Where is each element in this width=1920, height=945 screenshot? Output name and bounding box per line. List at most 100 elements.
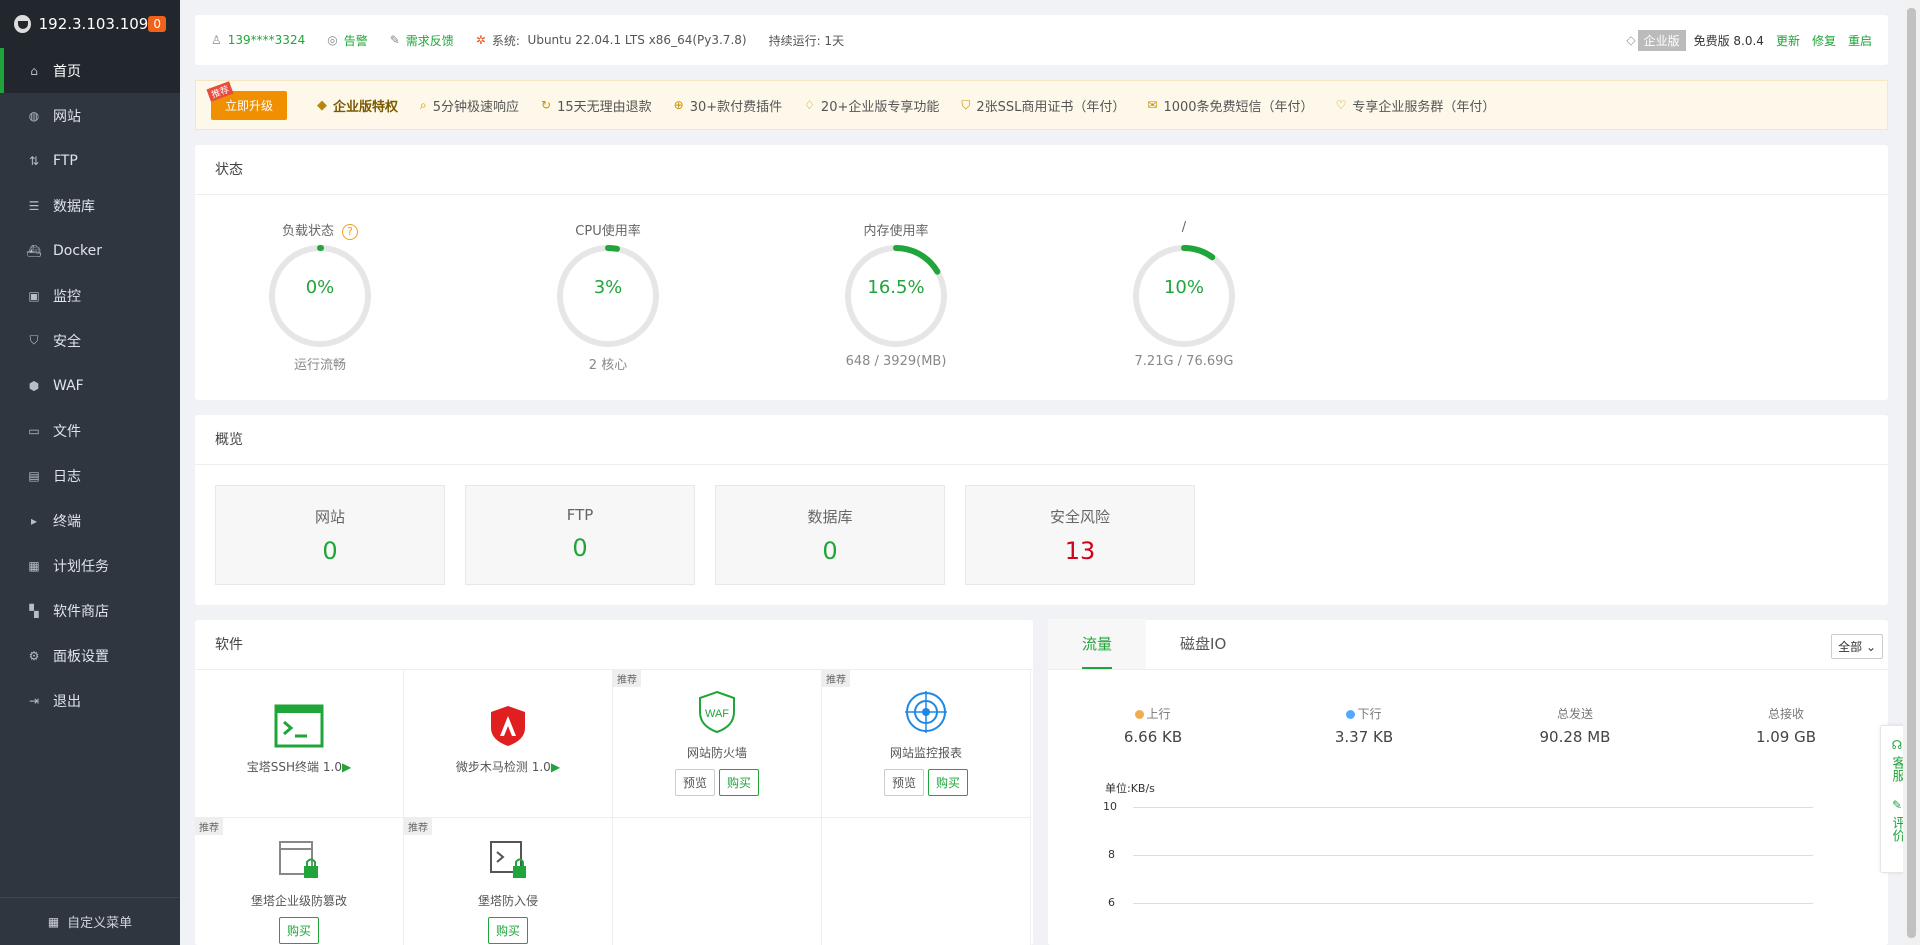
overview-card-label: 网站 bbox=[314, 508, 345, 526]
user-account[interactable]: ♙ 139****3324 bbox=[211, 33, 305, 47]
overview-card[interactable]: FTP 0 bbox=[465, 485, 695, 585]
enterprise-badge[interactable]: 企业版 bbox=[1637, 29, 1686, 51]
sidebar-item-10[interactable]: ▸ 终端 bbox=[0, 498, 180, 543]
chart-unit: 单位:KB/s bbox=[1105, 782, 1155, 795]
alarm-icon: ◎ bbox=[327, 33, 338, 47]
sidebar-item-7[interactable]: ⬢ WAF bbox=[0, 363, 180, 408]
tab-traffic[interactable]: 流量 bbox=[1048, 619, 1147, 669]
privilege-item: ↻ 15天无理由退款 bbox=[541, 96, 652, 115]
update-link[interactable]: 更新 bbox=[1776, 32, 1800, 49]
sidebar-item-label: 终端 bbox=[53, 513, 81, 530]
feedback-icon: ✎ bbox=[389, 33, 400, 47]
page-scrollbar[interactable] bbox=[1903, 0, 1920, 945]
gauge-1[interactable]: CPU使用率 3% 2 核心 bbox=[538, 220, 678, 373]
grid-icon: ▦ bbox=[47, 914, 60, 929]
overview-card-label: FTP bbox=[566, 506, 594, 524]
software-card-ssh[interactable]: 宝塔SSH终端 1.0▶ bbox=[195, 670, 404, 818]
software-card-tamper[interactable]: 推荐 堡塔企业级防篡改 购买 bbox=[195, 818, 404, 945]
preview-button[interactable]: 预览 bbox=[883, 769, 924, 796]
privilege-label: 专享企业服务群（年付） bbox=[1352, 99, 1496, 115]
repair-link[interactable]: 修复 bbox=[1812, 32, 1836, 49]
traffic-stat: 总接收 1.09 GB bbox=[1711, 705, 1861, 746]
gauge-3[interactable]: / 10% 7.21G / 76.69G bbox=[1114, 220, 1254, 369]
enterprise-promo-bar: 推荐 立即升级 ◆ 企业版特权 ⌕ 5分钟极速响应 ↻ 15天无理由退款 ⊕ 30+款付费插件… bbox=[195, 80, 1888, 130]
nic-select[interactable]: 全部 ⌄ bbox=[1831, 634, 1883, 659]
traffic-stat-label: 总接收 bbox=[1767, 707, 1804, 721]
software-card-trojan[interactable]: 微步木马检测 1.0▶ bbox=[404, 670, 613, 818]
sidebar-item-5[interactable]: ▣ 监控 bbox=[0, 273, 180, 318]
top-info-bar: ♙ 139****3324 ◎ 告警 ✎ 需求反馈 ✲ 系统: Ubuntu 22.04… bbox=[195, 15, 1888, 65]
buy-button[interactable]: 购买 bbox=[278, 917, 319, 944]
upgrade-button[interactable]: 推荐 立即升级 bbox=[206, 80, 288, 120]
sidebar-item-3[interactable]: ☰ 数据库 bbox=[0, 183, 180, 228]
buy-button[interactable]: 购买 bbox=[719, 769, 760, 796]
gauge-label: 负载状态? bbox=[250, 220, 390, 240]
gauge-label: 内存使用率 bbox=[863, 224, 929, 239]
radar-icon bbox=[905, 691, 947, 733]
traffic-stat-value: 3.37 KB bbox=[1334, 728, 1394, 746]
system-info: ✲ 系统: Ubuntu 22.04.1 LTS x86_64(Py3.7.8) bbox=[475, 33, 747, 48]
privilege-label: 1000条免费短信（年付） bbox=[1163, 99, 1314, 115]
diamond-icon: ◆ bbox=[317, 97, 328, 113]
sidebar-item-14[interactable]: ⇥ 退出 bbox=[0, 678, 180, 723]
notification-badge[interactable]: 0 bbox=[148, 16, 166, 32]
sidebar-item-13[interactable]: ⚙ 面板设置 bbox=[0, 633, 180, 678]
overview-card[interactable]: 安全风险 13 bbox=[965, 485, 1195, 585]
sidebar-item-label: 安全 bbox=[53, 333, 81, 350]
sidebar-item-0[interactable]: ⌂ 首页 bbox=[0, 48, 180, 93]
database-icon: ☰ bbox=[28, 198, 40, 213]
buy-button[interactable]: 购买 bbox=[928, 769, 969, 796]
overview-card-label: 数据库 bbox=[807, 508, 853, 526]
privilege-icon: ↻ bbox=[541, 98, 552, 112]
privilege-icon: ⛉ bbox=[961, 97, 971, 112]
overview-card[interactable]: 数据库 0 bbox=[715, 485, 945, 585]
feedback-link[interactable]: ✎ 需求反馈 bbox=[390, 32, 454, 49]
sidebar-item-4[interactable]: ⛴ Docker bbox=[0, 228, 180, 273]
buy-button[interactable]: 购买 bbox=[487, 917, 528, 944]
terminal-icon bbox=[274, 704, 324, 748]
sidebar-item-label: FTP bbox=[53, 152, 78, 169]
gauge-subtext: 2 核心 bbox=[588, 358, 628, 373]
sidebar-item-9[interactable]: ▤ 日志 bbox=[0, 453, 180, 498]
gauge-0[interactable]: 负载状态? 0% 运行流畅 bbox=[250, 220, 390, 373]
status-panel: 状态 负载状态? 0% 运行流畅 CPU使用率 3% 2 核心 内存使用率 16.5% 648 … bbox=[195, 145, 1888, 400]
terminal-icon: ▸ bbox=[30, 513, 38, 528]
sidebar-item-11[interactable]: ▦ 计划任务 bbox=[0, 543, 180, 588]
gauge-value: 16.5% bbox=[867, 277, 925, 298]
recommend-tag: 推荐 bbox=[613, 670, 641, 687]
scrollbar-thumb[interactable] bbox=[1907, 8, 1916, 938]
tab-disk-io[interactable]: 磁盘IO bbox=[1146, 619, 1260, 669]
sidebar-item-6[interactable]: ⛉ 安全 bbox=[0, 318, 180, 363]
restart-link[interactable]: 重启 bbox=[1848, 32, 1872, 49]
software-name: 网站防火墙 bbox=[686, 746, 747, 760]
privilege-icon: ⊕ bbox=[673, 98, 684, 112]
traffic-stat-value: 90.28 MB bbox=[1539, 728, 1611, 746]
sidebar-item-label: 文件 bbox=[53, 423, 81, 440]
overview-card-value: 0 bbox=[822, 537, 838, 565]
gauge-2[interactable]: 内存使用率 16.5% 648 / 3929(MB) bbox=[826, 220, 966, 369]
custom-menu-button[interactable]: ▦ 自定义菜单 bbox=[0, 897, 180, 945]
diamond-icon: ◇ bbox=[1626, 33, 1636, 47]
custom-menu-label: 自定义菜单 bbox=[67, 916, 133, 931]
alarm-link[interactable]: ◎ 告警 bbox=[327, 32, 368, 49]
privilege-label: 5分钟极速响应 bbox=[432, 99, 520, 115]
traffic-stat: 下行 3.37 KB bbox=[1289, 705, 1439, 746]
sidebar-item-8[interactable]: ▭ 文件 bbox=[0, 408, 180, 453]
software-card-monitor[interactable]: 推荐 网站监控报表 预览 购买 bbox=[822, 670, 1031, 818]
waf-shield-icon: WAF bbox=[699, 690, 735, 734]
overview-title: 概览 bbox=[195, 415, 1888, 465]
software-card-empty bbox=[613, 818, 822, 945]
sidebar-item-12[interactable]: ▚ 软件商店 bbox=[0, 588, 180, 633]
software-card-intrusion[interactable]: 推荐 堡塔防入侵 购买 bbox=[404, 818, 613, 945]
help-icon[interactable]: ? bbox=[342, 224, 358, 240]
weibu-shield-icon bbox=[491, 706, 525, 746]
sidebar-item-1[interactable]: ◍ 网站 bbox=[0, 93, 180, 138]
preview-button[interactable]: 预览 bbox=[674, 769, 715, 796]
software-card-waf[interactable]: 推荐 WAF 网站防火墙 预览 购买 bbox=[613, 670, 822, 818]
sidebar-item-2[interactable]: ⇅ FTP bbox=[0, 138, 180, 183]
enterprise-privilege[interactable]: ◆ 企业版特权 bbox=[317, 96, 398, 115]
legend-dot-icon bbox=[1346, 710, 1356, 719]
overview-card[interactable]: 网站 0 bbox=[215, 485, 445, 585]
gauge-value: 10% bbox=[1163, 277, 1204, 298]
privilege-item: ⊕ 30+款付费插件 bbox=[674, 96, 783, 115]
